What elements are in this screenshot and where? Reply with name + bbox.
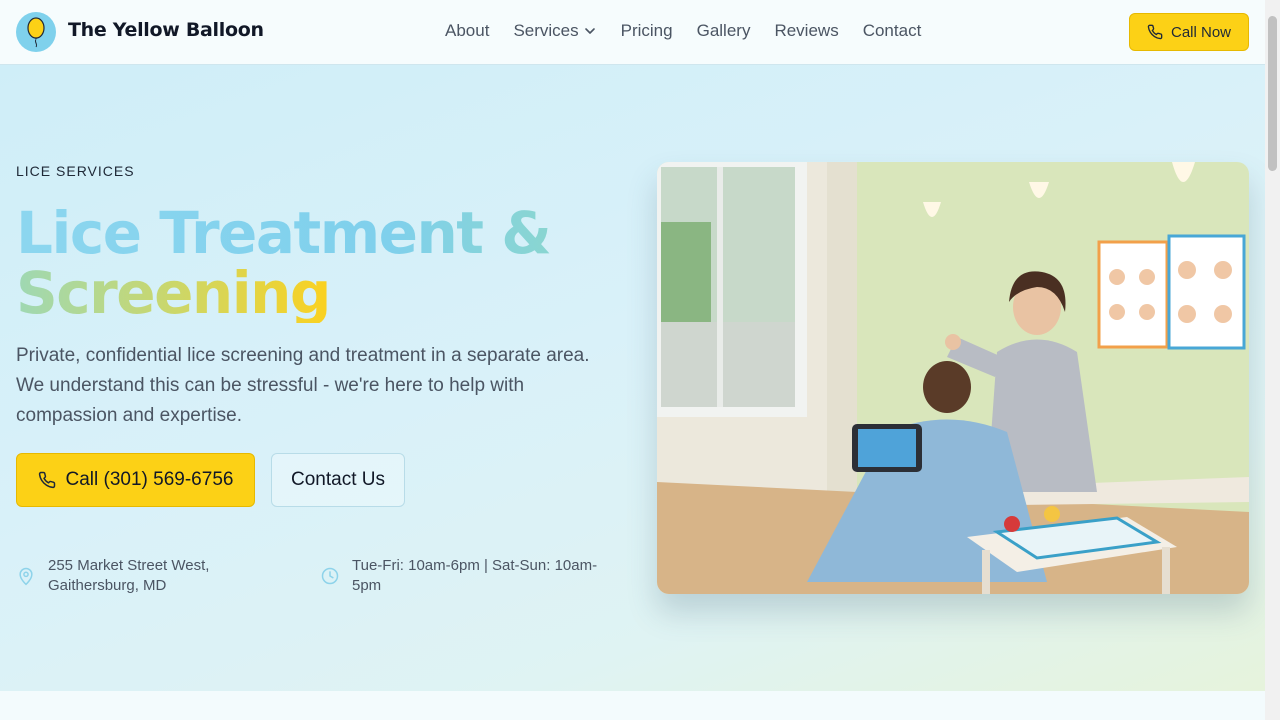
phone-icon <box>38 471 55 489</box>
nav-label: About <box>445 21 490 40</box>
nav-about[interactable]: About <box>445 21 489 41</box>
address-info: 255 Market Street West, Gaithersburg, MD <box>16 556 248 596</box>
clock-icon <box>321 567 339 585</box>
map-pin-icon <box>19 567 33 586</box>
call-now-button[interactable]: Call Now <box>1129 13 1249 51</box>
call-phone-label: Call (301) 569-6756 <box>65 469 234 490</box>
contact-us-button[interactable]: Contact Us <box>271 453 405 507</box>
hours-text: Tue-Fri: 10am-6pm | Sat-Sun: 10am-5pm <box>352 557 598 594</box>
main-nav: About Services Pricing Gallery Reviews C… <box>445 21 921 41</box>
title-line-2: Screening <box>16 259 331 327</box>
nav-label: Services <box>513 21 579 40</box>
nav-label: Reviews <box>774 21 839 40</box>
call-now-label: Call Now <box>1170 23 1231 41</box>
title-line-1: Lice Treatment & <box>16 203 636 263</box>
brand-name[interactable]: The Yellow Balloon <box>68 19 264 41</box>
page-title: Lice Treatment & Screening <box>16 203 636 323</box>
nav-label: Pricing <box>620 21 673 40</box>
hero-description: Private, confidential lice screening and… <box>16 345 590 426</box>
nav-services[interactable]: Services <box>513 21 596 41</box>
balloon-icon <box>27 17 45 48</box>
address-text: 255 Market Street West, Gaithersburg, MD <box>48 557 210 594</box>
nav-pricing[interactable]: Pricing <box>621 21 673 41</box>
phone-icon <box>1147 24 1163 40</box>
nav-label: Gallery <box>696 21 751 40</box>
nav-reviews[interactable]: Reviews <box>774 21 838 41</box>
contact-us-label: Contact Us <box>291 469 385 490</box>
call-phone-button[interactable]: Call (301) 569-6756 <box>16 453 255 507</box>
nav-contact[interactable]: Contact <box>863 21 922 41</box>
logo[interactable] <box>16 12 56 52</box>
site-header: The Yellow Balloon About Services Pricin… <box>0 0 1265 65</box>
page-scrollbar[interactable] <box>1265 0 1280 720</box>
treatment-room-photo <box>657 162 1249 594</box>
chevron-down-icon <box>584 28 595 34</box>
scrollbar-thumb[interactable] <box>1268 16 1277 171</box>
nav-gallery[interactable]: Gallery <box>697 21 751 41</box>
next-section <box>0 691 1265 720</box>
nav-label: Contact <box>862 21 922 40</box>
section-eyebrow: LICE SERVICES <box>16 163 135 179</box>
hours-info: Tue-Fri: 10am-6pm | Sat-Sun: 10am-5pm <box>320 556 614 596</box>
